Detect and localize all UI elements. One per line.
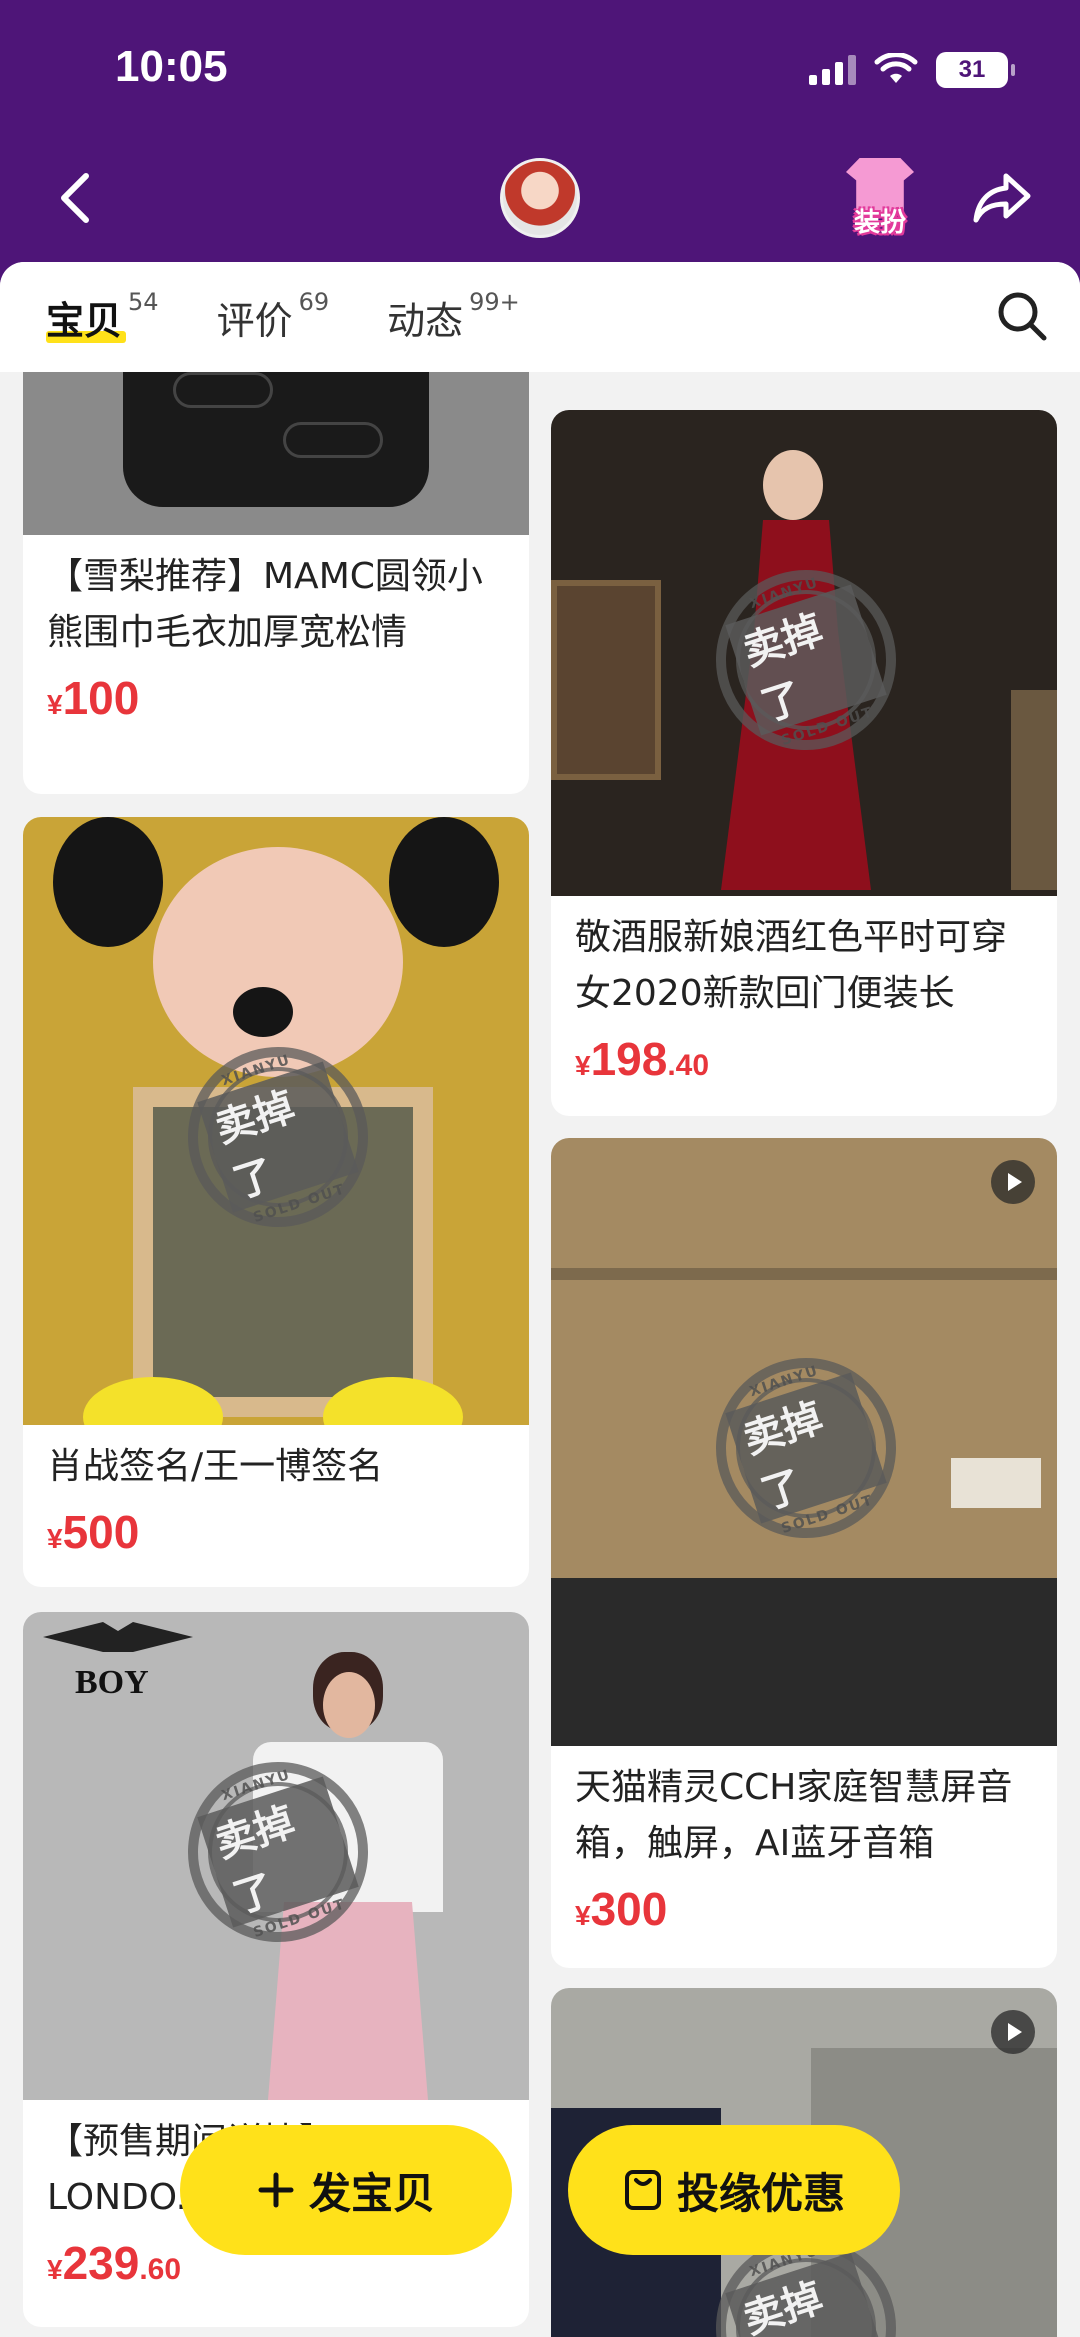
wifi-icon [874,53,918,83]
tab-label: 宝贝 [46,290,127,345]
tab-activity[interactable]: 动态 99+ [387,287,520,345]
product-title: 【雪梨推荐】MAMC圆领小熊围巾毛衣加厚宽松情 [47,556,483,653]
dress-up-label: 装扮 [853,208,906,238]
boy-logo: BOY [75,1664,149,1701]
product-price: ¥198.40 [575,1033,710,1085]
tab-items[interactable]: 宝贝 54 [46,287,159,345]
tab-count: 69 [298,287,330,316]
content-panel: 宝贝 54 评价 69 动态 99+ 【雪梨推荐】MAMC圆领小熊围巾毛衣加厚宽… [0,262,1080,2337]
product-title: 天猫精灵CCH家庭智慧屏音箱，触屏，AI蓝牙音箱 [575,1767,1013,1864]
dress-up-button[interactable]: 装扮 [840,158,920,242]
tab-reviews[interactable]: 评价 69 [216,287,330,345]
status-bar: 10:05 31 [0,0,1080,140]
product-image: XIANYU 卖掉了 SOLD OUT [551,1138,1057,1746]
tab-bar: 宝贝 54 评价 69 动态 99+ [0,262,1080,372]
signal-icon [809,55,856,85]
nav-bar: 装扮 [0,140,1080,260]
sold-out-stamp: XIANYU 卖掉了 SOLD OUT [692,546,920,774]
product-title: 肖战签名/王一博签名 [47,1446,384,1487]
video-icon [991,2010,1035,2054]
promo-button[interactable]: 投缘优惠 [568,2125,900,2255]
status-time: 10:05 [115,42,228,91]
product-card[interactable]: XIANYU 卖掉了 SOLD OUT 肖战签名/王一博签名 ¥500 [23,817,529,1587]
battery-level: 31 [958,56,986,83]
shopping-bag-icon [624,2170,661,2210]
product-image: XIANYU 卖掉了 SOLD OUT [23,817,529,1425]
product-card[interactable]: XIANYU 卖掉了 SOLD OUT 天猫精灵CCH家庭智慧屏音箱，触屏，AI… [551,1138,1057,1968]
video-icon [991,1160,1035,1204]
plus-icon [258,2172,294,2208]
product-title: 敬酒服新娘酒红色平时可穿女2020新款回门便装长 [575,917,1008,1014]
back-icon[interactable] [48,168,108,228]
tab-count: 54 [128,287,159,316]
share-icon[interactable] [970,166,1034,230]
eagle-logo-icon [43,1622,193,1652]
product-card[interactable]: XIANYU 卖掉了 SOLD OUT 敬酒服新娘酒红色平时可穿女2020新款回… [551,410,1057,1116]
battery-icon: 31 [936,52,1015,88]
product-price: ¥500 [47,1506,140,1558]
product-image: XIANYU 卖掉了 SOLD OUT [551,410,1057,896]
status-icons: 31 [809,52,1015,88]
post-item-button[interactable]: 发宝贝 [180,2125,512,2255]
product-card[interactable]: 【雪梨推荐】MAMC圆领小熊围巾毛衣加厚宽松情 ¥100 [23,332,529,794]
product-image: BOY XIANYU 卖掉了 SOLD OUT [23,1612,529,2100]
sold-out-stamp: XIANYU 卖掉了 SOLD OUT [692,1334,920,1562]
post-item-label: 发宝贝 [308,2168,435,2218]
search-icon[interactable] [994,288,1050,344]
promo-label: 投缘优惠 [676,2168,845,2218]
tab-count: 99+ [469,287,520,316]
avatar[interactable] [500,158,580,238]
product-price: ¥300 [575,1883,668,1935]
product-price: ¥100 [47,672,140,724]
item-grid: 【雪梨推荐】MAMC圆领小熊围巾毛衣加厚宽松情 ¥100 XIANYU 卖掉了 … [0,332,1080,2337]
tab-label: 动态 [387,298,464,343]
tab-label: 评价 [216,298,293,343]
